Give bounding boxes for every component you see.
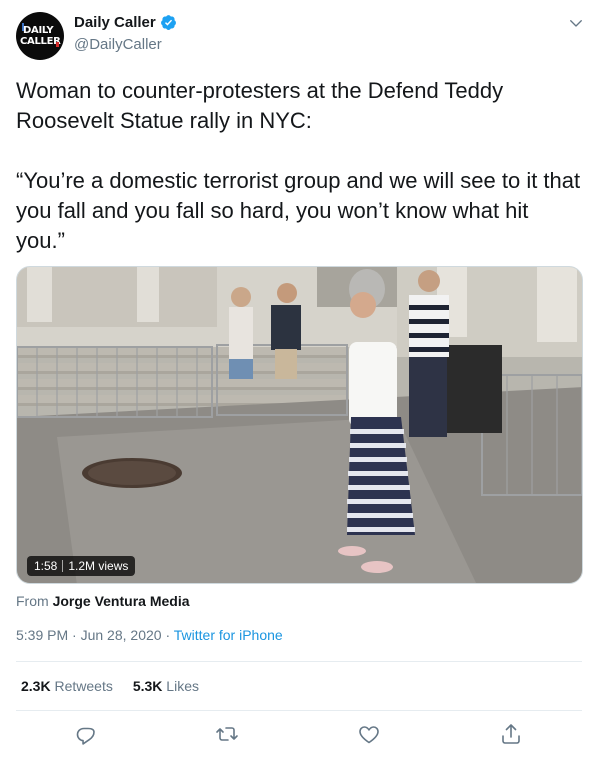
video-frame xyxy=(17,267,582,583)
retweets-count: 2.3K xyxy=(21,678,51,694)
share-icon[interactable] xyxy=(499,722,523,746)
handle[interactable]: @DailyCaller xyxy=(74,36,162,53)
divider xyxy=(16,661,582,662)
meta-separator: · xyxy=(72,627,77,643)
video-views: 1.2M views xyxy=(68,559,129,573)
video-player[interactable] xyxy=(16,266,583,584)
verified-badge-icon xyxy=(160,15,176,30)
tweet-time[interactable]: 5:39 PM xyxy=(16,627,68,643)
media-source-prefix: From xyxy=(16,593,49,609)
likes-label: Likes xyxy=(166,678,199,694)
logo-accent xyxy=(56,42,59,47)
avatar[interactable]: DAILY CALLER xyxy=(16,12,64,60)
retweet-icon[interactable] xyxy=(215,722,239,746)
chevron-down-icon[interactable] xyxy=(567,14,585,32)
likes-stat[interactable]: 5.3K Likes xyxy=(133,678,199,694)
tweet-card: DAILY CALLER Daily Caller @DailyCaller W… xyxy=(0,0,598,759)
retweets-label: Retweets xyxy=(54,678,113,694)
tweet-meta: 5:39 PM · Jun 28, 2020 · Twitter for iPh… xyxy=(16,627,283,643)
author-name-row[interactable]: Daily Caller xyxy=(74,14,177,31)
display-name[interactable]: Daily Caller xyxy=(74,14,156,31)
media-source-link[interactable]: Jorge Ventura Media xyxy=(53,593,190,609)
action-bar xyxy=(0,722,598,750)
divider-2 xyxy=(16,710,582,711)
tweet-date[interactable]: Jun 28, 2020 xyxy=(81,627,162,643)
engagement-stats: 2.3K Retweets 5.3K Likes xyxy=(21,678,199,694)
avatar-logo-text-2: CALLER xyxy=(20,36,61,47)
video-stats-badge: 1:58 1.2M views xyxy=(27,556,136,576)
meta-separator-2: · xyxy=(165,627,171,643)
video-duration: 1:58 xyxy=(34,559,58,573)
likes-count: 5.3K xyxy=(132,678,163,694)
tweet-text: Woman to counter-protesters at the Defen… xyxy=(16,78,581,253)
badge-separator xyxy=(62,560,64,572)
tweet-client-link[interactable]: Twitter for iPhone xyxy=(174,627,283,643)
heart-icon[interactable] xyxy=(357,722,381,746)
retweets-stat[interactable]: 2.3K Retweets xyxy=(21,678,113,694)
avatar-logo-text-1: DAILY xyxy=(23,25,54,36)
reply-icon[interactable] xyxy=(74,722,98,746)
media-source: From Jorge Ventura Media xyxy=(16,593,190,609)
